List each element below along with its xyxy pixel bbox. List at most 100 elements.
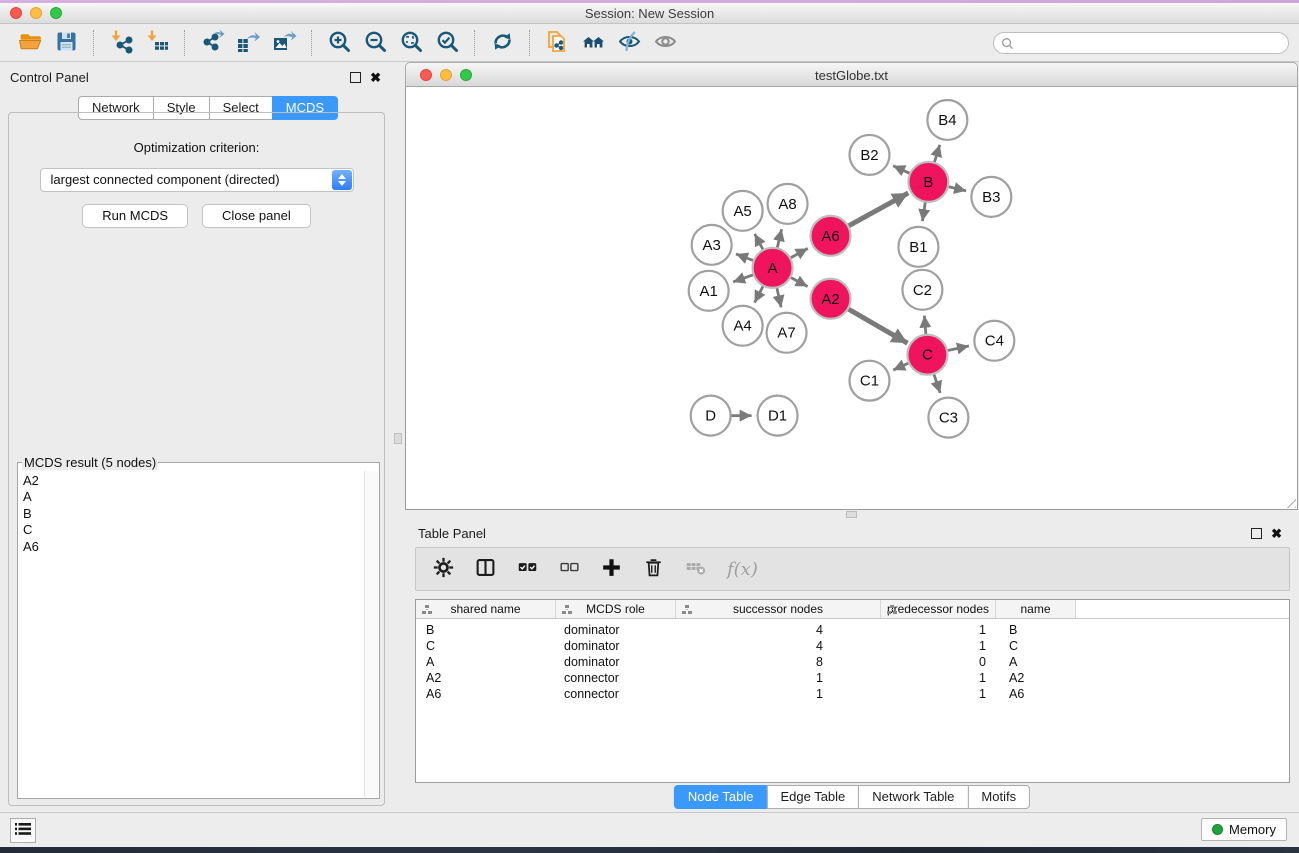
mcds-result-list[interactable]: A2 A B C A6	[19, 472, 363, 796]
table-cell[interactable]: dominator	[556, 639, 676, 655]
tab-node-table[interactable]: Node Table	[674, 785, 768, 809]
table-row[interactable]: Cdominator41C	[416, 639, 1289, 655]
create-column-button[interactable]	[601, 554, 622, 584]
graph-edge-B-B1[interactable]	[922, 202, 925, 222]
table-cell[interactable]: B	[996, 623, 1076, 639]
float-panel-icon[interactable]	[350, 72, 361, 83]
table-cell[interactable]: A2	[416, 671, 556, 687]
graph-edge-B-B2[interactable]	[893, 166, 910, 174]
graph-edge-A-A8[interactable]	[777, 229, 781, 248]
table-cell[interactable]: dominator	[556, 655, 676, 671]
graph-edge-C-C1[interactable]	[893, 363, 909, 370]
table-cell[interactable]: 1	[881, 623, 996, 639]
table-cell[interactable]: 0	[881, 655, 996, 671]
close-panel-icon[interactable]: ✖	[1271, 528, 1282, 539]
splitter-handle[interactable]	[846, 511, 857, 518]
table-cell[interactable]: 1	[881, 687, 996, 703]
result-item[interactable]: A2	[23, 473, 359, 489]
close-panel-button[interactable]: Close panel	[202, 204, 311, 228]
select-all-button[interactable]	[517, 554, 538, 584]
table-cell[interactable]: 1	[676, 671, 881, 687]
tab-network-table[interactable]: Network Table	[858, 785, 968, 809]
open-file-button[interactable]	[12, 28, 48, 58]
search-field[interactable]	[993, 32, 1289, 54]
column-header-MCDS-role[interactable]: MCDS role	[556, 600, 676, 618]
task-history-button[interactable]	[10, 818, 36, 843]
function-builder-button[interactable]: f(x)	[727, 554, 758, 584]
tab-edge-table[interactable]: Edge Table	[766, 785, 859, 809]
export-image-button[interactable]	[266, 28, 302, 58]
graph-edge-A-A3[interactable]	[736, 254, 754, 261]
zoom-in-button[interactable]	[321, 28, 357, 58]
show-all-button[interactable]	[647, 28, 683, 58]
result-item[interactable]: A6	[23, 539, 359, 555]
table-cell[interactable]: C	[996, 639, 1076, 655]
table-row[interactable]: A2connector11A2	[416, 671, 1289, 687]
table-cell[interactable]: A6	[996, 687, 1076, 703]
graph-edge-A-A5[interactable]	[755, 234, 764, 250]
result-item[interactable]: A	[23, 489, 359, 505]
float-panel-icon[interactable]	[1251, 528, 1262, 539]
node-table[interactable]: shared nameMCDS rolesuccessor nodesprede…	[415, 599, 1290, 783]
table-cell[interactable]: 4	[676, 623, 881, 639]
show-column-button[interactable]	[475, 554, 496, 584]
delete-column-button[interactable]	[643, 554, 664, 584]
export-table-button[interactable]	[230, 28, 266, 58]
graph-edge-A-A7[interactable]	[777, 287, 781, 307]
table-cell[interactable]: connector	[556, 671, 676, 687]
import-table-button[interactable]	[139, 28, 175, 58]
table-cell[interactable]: 1	[676, 687, 881, 703]
table-cell[interactable]: 4	[676, 639, 881, 655]
column-header-shared-name[interactable]: shared name	[416, 600, 556, 618]
result-scrollbar[interactable]	[364, 471, 378, 797]
first-neighbors-button[interactable]	[575, 28, 611, 58]
vertical-splitter[interactable]	[391, 62, 405, 812]
graph-edge-A6-B[interactable]	[848, 193, 908, 226]
table-row[interactable]: Adominator80A	[416, 655, 1289, 671]
graph-edge-A2-C[interactable]	[848, 309, 908, 343]
tab-motifs[interactable]: Motifs	[967, 785, 1030, 809]
hide-selected-button[interactable]	[611, 28, 647, 58]
unselect-all-button[interactable]	[559, 554, 580, 584]
column-header-successor-nodes[interactable]: successor nodes	[676, 600, 881, 618]
table-cell[interactable]: 1	[881, 639, 996, 655]
table-cell[interactable]: connector	[556, 687, 676, 703]
zoom-out-button[interactable]	[357, 28, 393, 58]
search-input[interactable]	[1014, 34, 1288, 52]
refresh-button[interactable]	[484, 28, 520, 58]
graph-edge-C-C2[interactable]	[924, 316, 925, 335]
run-mcds-button[interactable]: Run MCDS	[82, 204, 188, 228]
table-cell[interactable]: A	[416, 655, 556, 671]
optimization-criterion-select[interactable]: largest connected component (directed)	[40, 168, 354, 192]
close-panel-icon[interactable]: ✖	[370, 72, 381, 83]
table-cell[interactable]: B	[416, 623, 556, 639]
graph-edge-A-A2[interactable]	[790, 277, 807, 286]
table-cell[interactable]: C	[416, 639, 556, 655]
splitter-handle[interactable]	[394, 433, 402, 444]
network-canvas[interactable]: B4B2BB3A5A8A6A3B1AA1C2A2A4A7C4CC1C3DD1	[405, 87, 1298, 510]
export-network-button[interactable]	[194, 28, 230, 58]
result-item[interactable]: B	[23, 506, 359, 522]
table-row[interactable]: Bdominator41B	[416, 623, 1289, 639]
save-session-button[interactable]	[48, 28, 84, 58]
zoom-selected-button[interactable]	[429, 28, 465, 58]
table-cell[interactable]: A	[996, 655, 1076, 671]
zoom-fit-button[interactable]	[393, 28, 429, 58]
graph-edge-B-B4[interactable]	[934, 145, 940, 163]
table-settings-button[interactable]	[433, 554, 454, 584]
network-window-titlebar[interactable]: testGlobe.txt	[405, 62, 1298, 87]
column-header-predecessor-nodes[interactable]: predecessor nodes	[881, 600, 996, 618]
graph-edge-B-B3[interactable]	[948, 187, 966, 191]
graph-edge-C-C4[interactable]	[947, 346, 969, 351]
table-cell[interactable]: A2	[996, 671, 1076, 687]
table-cell[interactable]: dominator	[556, 623, 676, 639]
graph-edge-A-A4[interactable]	[755, 286, 764, 303]
result-item[interactable]: C	[23, 522, 359, 538]
import-network-button[interactable]	[103, 28, 139, 58]
table-cell[interactable]: 8	[676, 655, 881, 671]
column-header-name[interactable]: name	[996, 600, 1076, 618]
graph-edge-A-A6[interactable]	[790, 248, 808, 258]
memory-button[interactable]: Memory	[1201, 818, 1287, 841]
horizontal-splitter[interactable]	[405, 510, 1299, 519]
table-row[interactable]: A6connector11A6	[416, 687, 1289, 703]
